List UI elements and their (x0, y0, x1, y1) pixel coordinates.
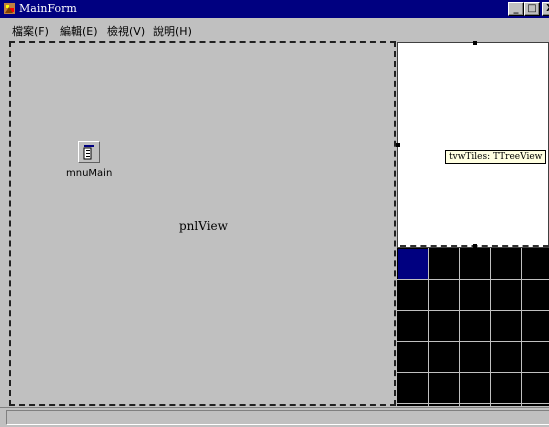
grid-selected-cell[interactable] (398, 249, 428, 279)
grid-row-line (397, 372, 549, 373)
title-bar[interactable]: MainForm _ □ X (0, 0, 549, 18)
app-icon[interactable] (3, 2, 16, 15)
menu-edit[interactable]: 編輯(E) (60, 25, 98, 38)
grid-col-line (459, 248, 460, 406)
grid-col-line (521, 248, 522, 406)
grid-col-line (490, 248, 491, 406)
minimize-button[interactable]: _ (508, 2, 524, 16)
component-hint-tooltip: tvwTiles: TTreeView (445, 150, 547, 164)
menu-view[interactable]: 檢視(V) (107, 25, 145, 38)
status-bar (0, 407, 549, 427)
pnl-view-panel[interactable]: mnuMain pnlView (9, 41, 396, 406)
grid-row-line (397, 279, 549, 280)
grid-row-line (397, 403, 549, 404)
selection-handle[interactable] (396, 143, 400, 147)
mnu-main-label: mnuMain (66, 168, 113, 179)
status-panel (6, 410, 549, 425)
grid-row-line (397, 310, 549, 311)
tile-grid[interactable] (397, 248, 549, 406)
tree-view-tiles[interactable] (397, 42, 549, 248)
selection-handle[interactable] (473, 41, 477, 45)
menu-help[interactable]: 說明(H) (153, 25, 192, 38)
grid-col-line (428, 248, 429, 406)
pnl-view-label: pnlView (179, 219, 228, 233)
grid-row-line (397, 341, 549, 342)
maximize-button[interactable]: □ (524, 2, 540, 16)
menu-bar: 檔案(F) 編輯(E) 檢視(V) 說明(H) (0, 18, 549, 39)
window-title: MainForm (19, 2, 77, 15)
menu-file[interactable]: 檔案(F) (12, 25, 49, 38)
close-button[interactable]: X (542, 2, 549, 16)
main-menu-component-icon[interactable] (78, 141, 100, 163)
